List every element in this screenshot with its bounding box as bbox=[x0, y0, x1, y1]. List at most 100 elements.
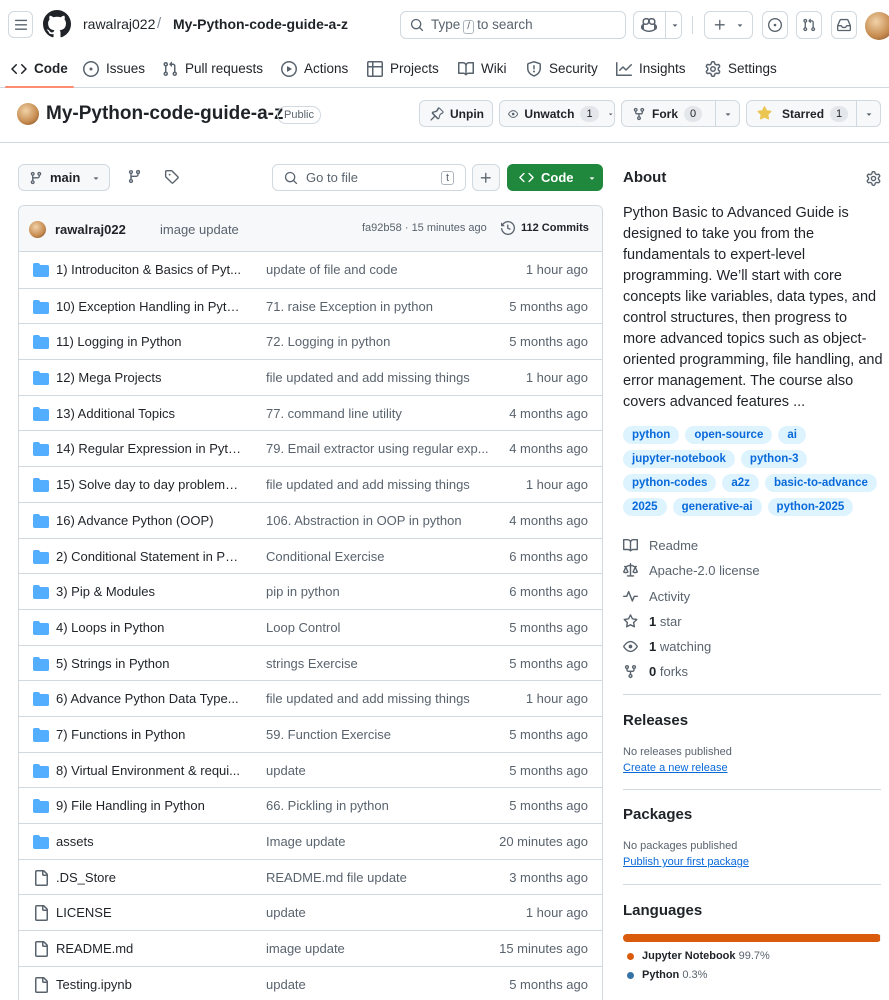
tab-actions[interactable]: Actions bbox=[281, 50, 348, 87]
add-file-button[interactable] bbox=[472, 164, 500, 191]
file-commit-message[interactable]: 79. Email extractor using regular exp... bbox=[266, 441, 491, 456]
file-name[interactable]: 2) Conditional Statement in Py... bbox=[56, 549, 241, 564]
commit-hash[interactable]: fa92b58 bbox=[362, 222, 402, 234]
topic-tag[interactable]: basic-to-advance bbox=[764, 474, 877, 492]
file-row[interactable]: 2) Conditional Statement in Py... Conditi… bbox=[19, 537, 602, 574]
language-item[interactable]: Python 0.3% bbox=[627, 969, 707, 981]
topic-tag[interactable]: 2025 bbox=[623, 498, 667, 516]
tab-insights[interactable]: Insights bbox=[616, 50, 686, 87]
file-commit-message[interactable]: 66. Pickling in python bbox=[266, 798, 491, 813]
file-row[interactable]: 9) File Handling in Python 66. Pickling i… bbox=[19, 787, 602, 823]
topic-tag[interactable]: jupyter-notebook bbox=[623, 450, 735, 468]
go-to-file-input[interactable]: Go to file t bbox=[272, 164, 466, 191]
topic-tag[interactable]: open-source bbox=[685, 426, 773, 444]
copilot-button[interactable] bbox=[633, 11, 682, 39]
file-row[interactable]: 13) Additional Topics 77. command line ut… bbox=[19, 394, 602, 431]
file-name[interactable]: 10) Exception Handling in Pyth... bbox=[56, 299, 241, 314]
pull-requests-shortcut-button[interactable] bbox=[796, 11, 822, 39]
file-commit-message[interactable]: update bbox=[266, 763, 491, 778]
file-row[interactable]: 3) Pip & Modules pip in python 6 months ag… bbox=[19, 573, 602, 609]
file-name[interactable]: 13) Additional Topics bbox=[56, 406, 241, 421]
file-row[interactable]: 10) Exception Handling in Pyth... 71. rai… bbox=[19, 287, 602, 324]
file-row[interactable]: Testing.ipynb update 5 months ago bbox=[19, 965, 602, 1000]
file-commit-message[interactable]: Loop Control bbox=[266, 620, 491, 635]
file-name[interactable]: Testing.ipynb bbox=[56, 977, 241, 992]
file-row[interactable]: LICENSE update 1 hour ago bbox=[19, 894, 602, 930]
file-commit-message[interactable]: 77. command line utility bbox=[266, 406, 491, 421]
topic-tag[interactable]: python bbox=[623, 426, 680, 444]
file-row[interactable]: 15) Solve day to day problems ... file up… bbox=[19, 466, 602, 502]
github-logo-icon[interactable] bbox=[43, 10, 71, 38]
file-name[interactable]: 9) File Handling in Python bbox=[56, 798, 241, 813]
file-row[interactable]: README.md image update 15 minutes ago bbox=[19, 930, 602, 966]
language-item[interactable]: Jupyter Notebook 99.7% bbox=[627, 950, 770, 962]
topic-tag[interactable]: generative-ai bbox=[672, 498, 762, 516]
file-commit-message[interactable]: update bbox=[266, 905, 491, 920]
topic-tag[interactable]: ai bbox=[778, 426, 806, 444]
file-commit-message[interactable]: file updated and add missing things bbox=[266, 477, 491, 492]
file-name[interactable]: README.md bbox=[56, 941, 241, 956]
file-commit-message[interactable]: Conditional Exercise bbox=[266, 549, 491, 564]
publish-package-link[interactable]: Publish your first package bbox=[623, 856, 749, 868]
tab-projects[interactable]: Projects bbox=[367, 50, 439, 87]
file-row[interactable]: 12) Mega Projects file updated and add mi… bbox=[19, 359, 602, 395]
global-search[interactable]: Type / to search bbox=[400, 11, 626, 39]
file-row[interactable]: 4) Loops in Python Loop Control 5 months a… bbox=[19, 608, 602, 645]
topic-tag[interactable]: python-3 bbox=[740, 450, 808, 468]
tags-link[interactable] bbox=[164, 169, 179, 184]
file-name[interactable]: 6) Advance Python Data Type... bbox=[56, 691, 241, 706]
about-settings-button[interactable] bbox=[866, 171, 881, 186]
create-release-link[interactable]: Create a new release bbox=[623, 762, 728, 774]
tab-pull-requests[interactable]: Pull requests bbox=[162, 50, 263, 87]
file-commit-message[interactable]: README.md file update bbox=[266, 870, 491, 885]
starred-button[interactable]: Starred 1 bbox=[746, 100, 881, 127]
file-commit-message[interactable]: update bbox=[266, 977, 491, 992]
topic-tag[interactable]: python-2025 bbox=[767, 498, 854, 516]
file-name[interactable]: 15) Solve day to day problems ... bbox=[56, 477, 241, 492]
unwatch-button[interactable]: Unwatch 1 bbox=[499, 100, 615, 127]
packages-title[interactable]: Packages bbox=[623, 806, 692, 823]
watchers-link[interactable]: 1 watching bbox=[623, 636, 873, 656]
file-commit-message[interactable]: Image update bbox=[266, 834, 491, 849]
code-dropdown-button[interactable]: Code bbox=[507, 164, 603, 191]
file-name[interactable]: 7) Functions in Python bbox=[56, 727, 241, 742]
file-commit-message[interactable]: 72. Logging in python bbox=[266, 334, 491, 349]
file-name[interactable]: assets bbox=[56, 834, 241, 849]
file-row[interactable]: 11) Logging in Python 72. Logging in pyth… bbox=[19, 323, 602, 359]
file-name[interactable]: 8) Virtual Environment & requi... bbox=[56, 763, 241, 778]
topic-tag[interactable]: python-codes bbox=[623, 474, 717, 492]
file-row[interactable]: 6) Advance Python Data Type... file updat… bbox=[19, 680, 602, 716]
file-name[interactable]: 12) Mega Projects bbox=[56, 370, 241, 385]
file-row[interactable]: 1) Introduciton & Basics of Pyt... update… bbox=[19, 252, 602, 288]
file-row[interactable]: 14) Regular Expression in Pyth... 79. Ema… bbox=[19, 430, 602, 466]
topic-tag[interactable]: a2z bbox=[722, 474, 759, 492]
releases-title[interactable]: Releases bbox=[623, 712, 688, 729]
fork-options-button[interactable] bbox=[715, 101, 739, 126]
file-commit-message[interactable]: file updated and add missing things bbox=[266, 370, 491, 385]
file-commit-message[interactable]: file updated and add missing things bbox=[266, 691, 491, 706]
license-link[interactable]: Apache-2.0 license bbox=[623, 560, 873, 580]
branches-link[interactable] bbox=[127, 169, 142, 184]
issues-shortcut-button[interactable] bbox=[762, 11, 788, 39]
commit-message[interactable]: image update bbox=[160, 222, 239, 237]
unpin-button[interactable]: Unpin bbox=[419, 100, 493, 127]
file-row[interactable]: 16) Advance Python (OOP) 106. Abstraction… bbox=[19, 501, 602, 538]
file-name[interactable]: .DS_Store bbox=[56, 870, 241, 885]
stars-link[interactable]: 1 star bbox=[623, 611, 873, 631]
create-new-button[interactable] bbox=[704, 11, 753, 39]
file-commit-message[interactable]: pip in python bbox=[266, 584, 491, 599]
commits-link[interactable]: 112 Commits bbox=[501, 221, 589, 235]
file-commit-message[interactable]: update of file and code bbox=[266, 262, 491, 277]
file-name[interactable]: LICENSE bbox=[56, 905, 241, 920]
forks-link[interactable]: 0 forks bbox=[623, 661, 873, 681]
branch-selector[interactable]: main bbox=[18, 164, 110, 191]
readme-link[interactable]: Readme bbox=[623, 535, 873, 555]
file-commit-message[interactable]: 59. Function Exercise bbox=[266, 727, 491, 742]
repo-title[interactable]: My-Python-code-guide-a-z bbox=[46, 103, 284, 125]
file-name[interactable]: 1) Introduciton & Basics of Pyt... bbox=[56, 262, 241, 277]
repo-owner-avatar[interactable] bbox=[17, 103, 39, 125]
commit-author[interactable]: rawalraj022 bbox=[55, 222, 126, 237]
file-name[interactable]: 3) Pip & Modules bbox=[56, 584, 241, 599]
file-row[interactable]: .DS_Store README.md file update 3 months a… bbox=[19, 858, 602, 895]
file-name[interactable]: 14) Regular Expression in Pyth... bbox=[56, 441, 241, 456]
